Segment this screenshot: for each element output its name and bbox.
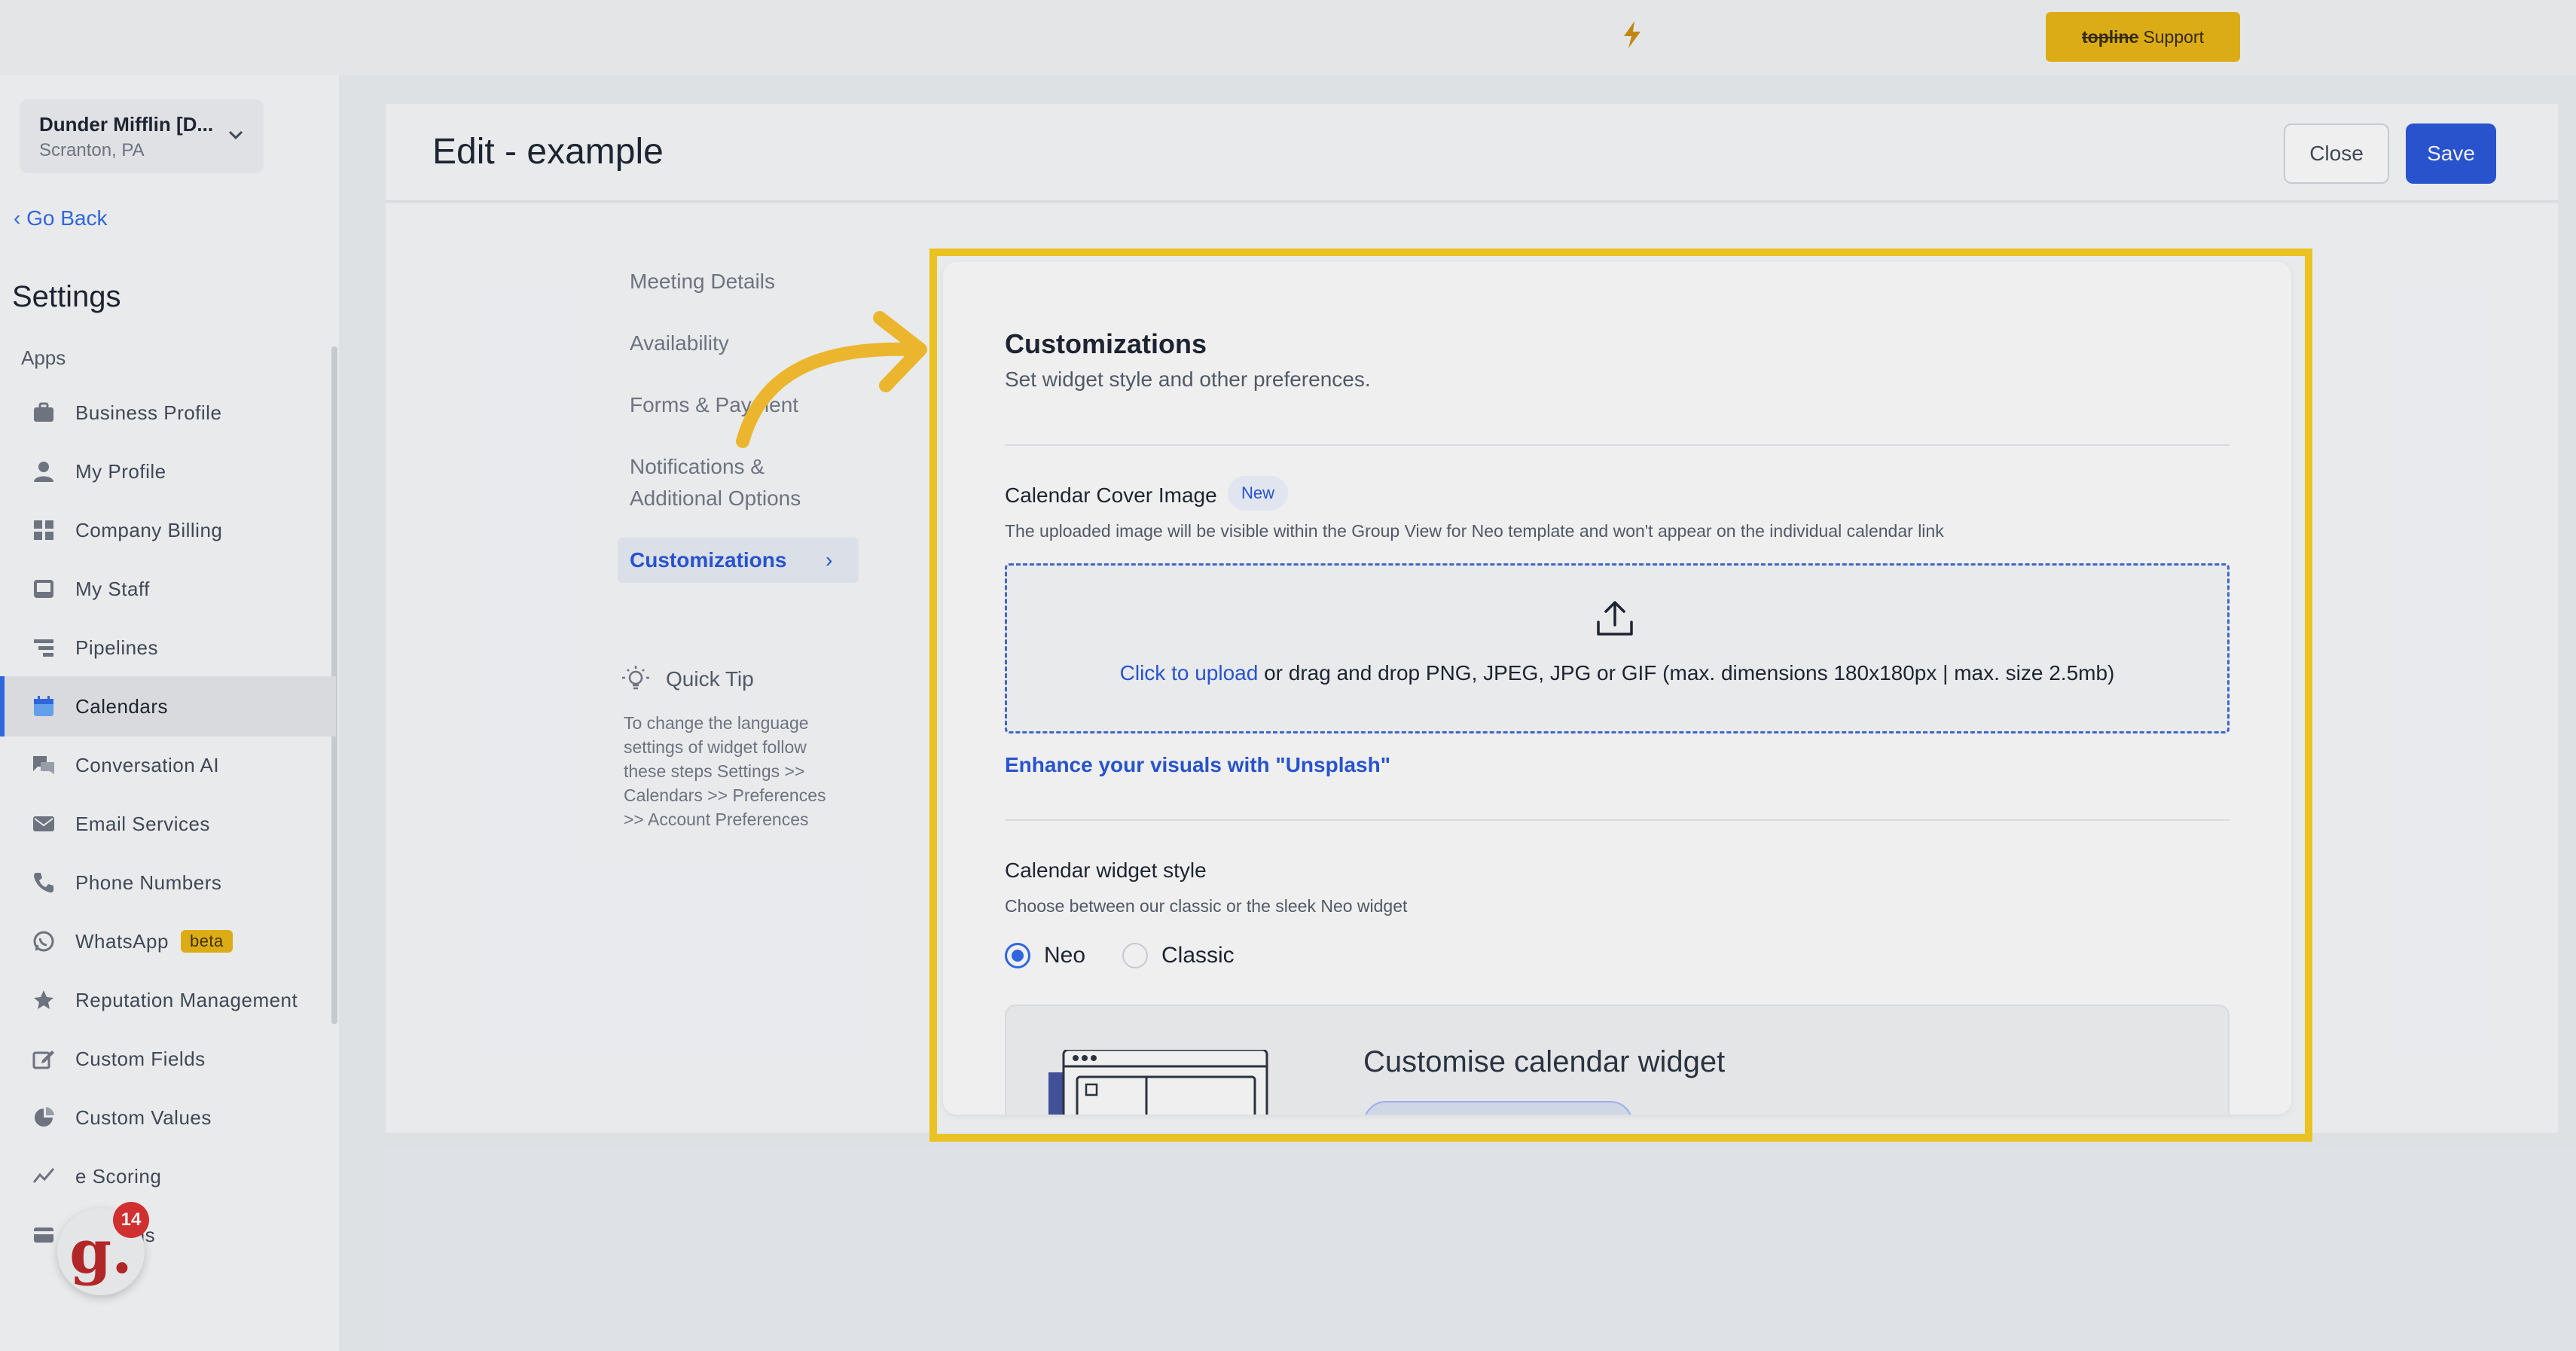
sidebar-item-conversation-ai[interactable]: Conversation AI bbox=[0, 735, 336, 795]
click-to-upload-link[interactable]: Click to upload bbox=[1120, 661, 1259, 685]
cover-image-description: The uploaded image will be visible withi… bbox=[1005, 521, 1944, 541]
sidebar-item-reputation-management[interactable]: Reputation Management bbox=[0, 970, 336, 1030]
sidebar-item-label: My Staff bbox=[75, 577, 150, 600]
subnav-notifications-line2[interactable]: Additional Options bbox=[630, 486, 801, 511]
unsplash-link[interactable]: Enhance your visuals with "Unsplash" bbox=[1005, 753, 1390, 777]
subnav-meeting-details[interactable]: Meeting Details bbox=[630, 270, 775, 294]
pie-icon bbox=[30, 1104, 57, 1131]
customizations-subtitle: Set widget style and other preferences. bbox=[1005, 367, 1371, 391]
go-back-label: Go Back bbox=[26, 206, 108, 230]
sidebar-item-phone-numbers[interactable]: Phone Numbers bbox=[0, 852, 336, 913]
sidebar-item-label: Business Profile bbox=[75, 401, 222, 424]
notification-count-badge: 14 bbox=[113, 1202, 149, 1238]
chevron-right-icon: › bbox=[826, 548, 833, 572]
sidebar-item-label: Reputation Management bbox=[75, 988, 298, 1011]
whatsapp-icon bbox=[30, 928, 57, 955]
domain-icon bbox=[30, 1221, 57, 1249]
support-button[interactable]: topline Support bbox=[2046, 12, 2240, 62]
sidebar-item-label: Calendars bbox=[75, 694, 169, 718]
sidebar-item-e-scoring[interactable]: e Scoring bbox=[0, 1146, 336, 1206]
sidebar-item-label: Company Billing bbox=[75, 518, 223, 541]
radio-neo-label[interactable]: Neo bbox=[1044, 943, 1085, 968]
sidebar-item-label: e Scoring bbox=[75, 1164, 162, 1188]
sidebar-item-pipelines[interactable]: Pipelines bbox=[0, 618, 336, 678]
sidebar-item-label: WhatsApp bbox=[75, 929, 169, 953]
widget-style-label: Calendar widget style bbox=[1005, 858, 1207, 882]
support-label: Support bbox=[2143, 26, 2204, 47]
beta-badge: beta bbox=[180, 930, 233, 953]
star-icon bbox=[30, 987, 57, 1014]
calendar-icon bbox=[30, 693, 57, 720]
close-button[interactable]: Close bbox=[2284, 124, 2389, 184]
sidebar-item-custom-fields[interactable]: Custom Fields bbox=[0, 1029, 336, 1089]
widget-style-description: Choose between our classic or the sleek … bbox=[1005, 896, 1408, 916]
save-button[interactable]: Save bbox=[2406, 124, 2496, 184]
location-name: Dunder Mifflin [D... bbox=[39, 113, 214, 136]
upload-icon bbox=[1592, 596, 1637, 642]
sidebar-item-company-billing[interactable]: Company Billing bbox=[0, 500, 336, 560]
sidebar-item-label: Custom Values bbox=[75, 1106, 212, 1129]
apps-section-label: Apps bbox=[21, 346, 66, 369]
sidebar-item-label: My Profile bbox=[75, 459, 166, 483]
page-title: Edit - example bbox=[432, 132, 664, 172]
sidebar-item-domains[interactable]: Domains bbox=[0, 1205, 336, 1265]
divider bbox=[1005, 444, 2230, 446]
customizations-card: Customizations Set widget style and othe… bbox=[943, 262, 2291, 1115]
sidebar-item-label: Phone Numbers bbox=[75, 871, 222, 894]
chat-icon bbox=[30, 752, 57, 779]
chart-icon bbox=[30, 1163, 57, 1190]
pipeline-icon bbox=[30, 634, 57, 661]
sidebar-item-my-profile[interactable]: My Profile bbox=[0, 441, 336, 502]
radio-classic-label[interactable]: Classic bbox=[1161, 943, 1235, 968]
divider bbox=[1005, 819, 2230, 821]
sidebar-item-label: Conversation AI bbox=[75, 753, 220, 776]
sidebar-item-custom-values[interactable]: Custom Values bbox=[0, 1087, 336, 1148]
pointer-arrow-icon bbox=[723, 301, 942, 459]
upload-instructions: Click to upload or drag and drop PNG, JP… bbox=[943, 661, 2291, 685]
location-address: Scranton, PA bbox=[39, 140, 145, 160]
promo-title: Customise calendar widget bbox=[1363, 1045, 1726, 1078]
widget-illustration-icon bbox=[1048, 1048, 1274, 1115]
sidebar-item-calendars[interactable]: Calendars bbox=[0, 676, 336, 736]
sidebar-item-label: Custom Fields bbox=[75, 1047, 206, 1070]
sidebar-item-email-services[interactable]: Email Services bbox=[0, 794, 336, 854]
upload-instructions-rest: or drag and drop PNG, JPEG, JPG or GIF (… bbox=[1258, 661, 2115, 685]
lightbulb-icon bbox=[619, 663, 652, 696]
grid-icon bbox=[30, 517, 57, 544]
radio-neo[interactable] bbox=[1005, 943, 1030, 968]
bolt-icon[interactable] bbox=[1621, 20, 1644, 50]
sidebar-item-label: Email Services bbox=[75, 812, 210, 835]
edit-icon bbox=[30, 1045, 57, 1072]
cover-image-label: Calendar Cover Image bbox=[1005, 483, 1217, 507]
mail-icon bbox=[30, 810, 57, 837]
sidebar-item-my-staff[interactable]: My Staff bbox=[0, 559, 336, 619]
settings-title: Settings bbox=[12, 280, 121, 313]
promo-button[interactable] bbox=[1363, 1101, 1633, 1115]
upload-dropzone[interactable] bbox=[1005, 563, 2230, 733]
subnav-availability[interactable]: Availability bbox=[630, 331, 729, 355]
sidebar-item-label: Pipelines bbox=[75, 636, 159, 659]
sidebar-item-business-profile[interactable]: Business Profile bbox=[0, 383, 336, 443]
briefcase-icon bbox=[30, 399, 57, 426]
subnav-customizations[interactable]: Customizations bbox=[630, 548, 786, 572]
support-brand: topline bbox=[2082, 26, 2139, 47]
chevron-down-icon[interactable] bbox=[224, 124, 247, 146]
sidebar-item-whatsapp[interactable]: WhatsApp beta bbox=[0, 911, 336, 971]
quick-tip-text: To change the language settings of widge… bbox=[624, 713, 826, 829]
new-badge: New bbox=[1228, 476, 1289, 511]
user-icon bbox=[30, 458, 57, 485]
customizations-title: Customizations bbox=[1005, 328, 1207, 359]
radio-classic[interactable] bbox=[1122, 943, 1148, 968]
page-header bbox=[386, 104, 2558, 202]
quick-tip-title: Quick Tip bbox=[666, 667, 754, 691]
staff-icon bbox=[30, 575, 57, 602]
phone-icon bbox=[30, 869, 57, 896]
chevron-left-icon: ‹ bbox=[14, 206, 27, 230]
go-back-link[interactable]: ‹ Go Back bbox=[14, 206, 108, 230]
